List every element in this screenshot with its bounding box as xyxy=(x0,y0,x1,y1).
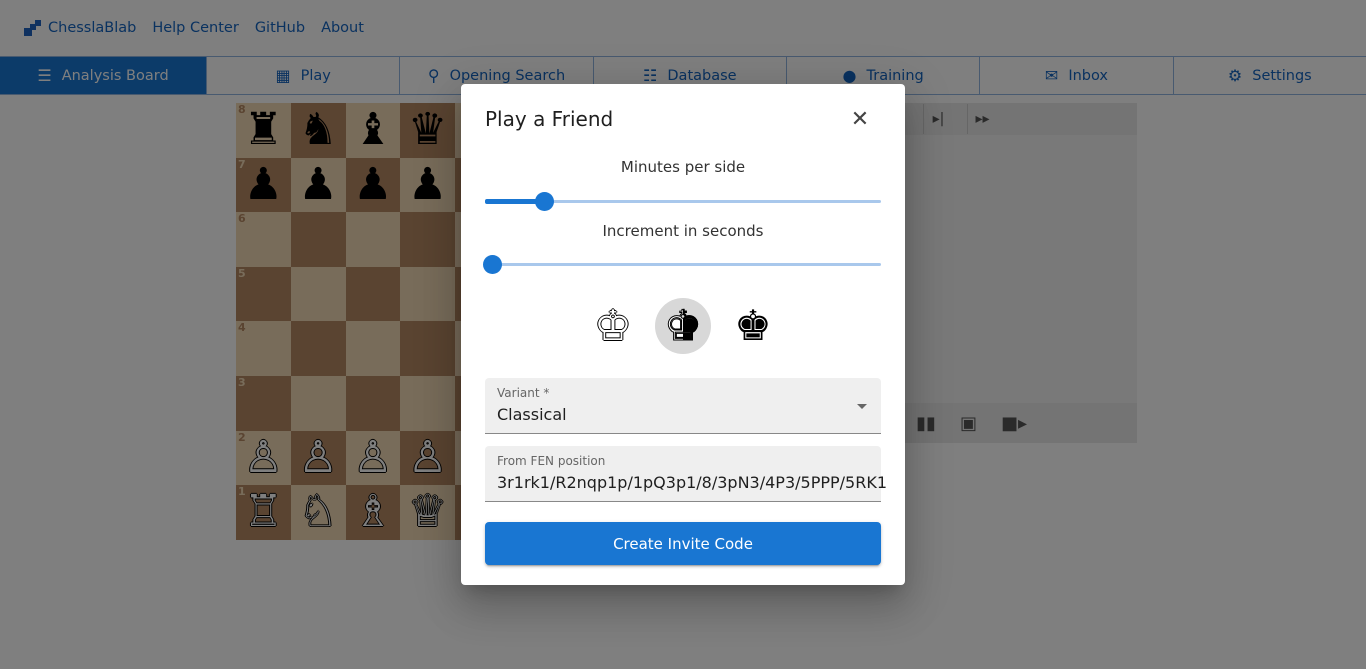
black-king-icon: ♚ xyxy=(734,301,772,350)
increment-slider[interactable] xyxy=(482,254,881,274)
minutes-slider-thumb[interactable] xyxy=(534,192,554,211)
fen-value[interactable]: 3r1rk1/R2nqp1p/1pQ3p1/8/3pN3/4P3/5PPP/5R… xyxy=(497,473,887,492)
minutes-slider[interactable] xyxy=(485,191,881,211)
half-king-icon: ♚ xyxy=(664,301,703,350)
create-invite-code-button[interactable]: Create Invite Code xyxy=(485,522,881,565)
color-choice: ♔ ♚ ♚ xyxy=(461,298,905,356)
random-color-button[interactable]: ♚ xyxy=(655,298,711,354)
white-king-button[interactable]: ♔ xyxy=(585,298,641,354)
increment-label: Increment in seconds xyxy=(602,222,764,240)
variant-select[interactable]: Variant * Classical xyxy=(485,378,881,434)
variant-value: Classical xyxy=(497,405,567,424)
fen-input[interactable]: From FEN position 3r1rk1/R2nqp1p/1pQ3p1/… xyxy=(485,446,887,502)
dialog-title: Play a Friend xyxy=(485,107,614,131)
dropdown-arrow-icon xyxy=(857,404,867,409)
increment-slider-thumb[interactable] xyxy=(482,255,502,274)
fen-label: From FEN position xyxy=(497,454,606,468)
variant-label: Variant * xyxy=(497,386,550,400)
black-king-button[interactable]: ♚ xyxy=(725,298,781,354)
white-king-icon: ♔ xyxy=(594,301,632,350)
minutes-label: Minutes per side xyxy=(620,158,746,176)
play-friend-dialog: Play a Friend ✕ Minutes per side Increme… xyxy=(461,84,905,585)
close-icon[interactable]: ✕ xyxy=(847,106,873,132)
